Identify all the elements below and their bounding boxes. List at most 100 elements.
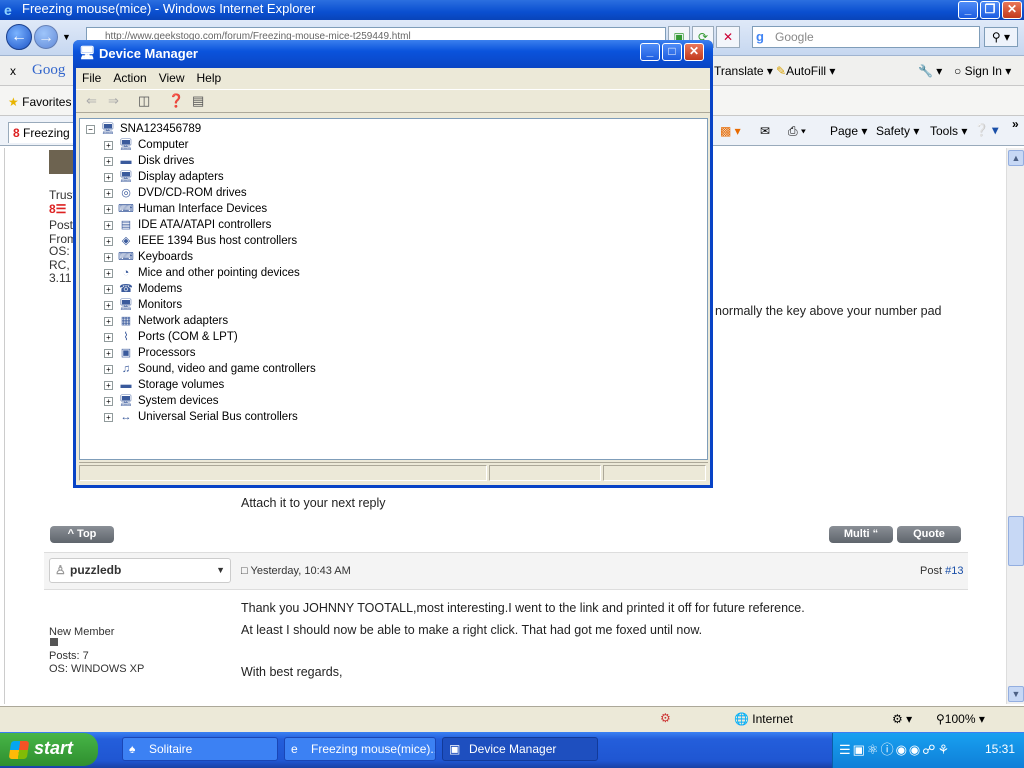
- tree-item[interactable]: Ports (COM & LPT): [138, 329, 238, 345]
- expand-icon[interactable]: +: [104, 349, 113, 358]
- page-scrollbar[interactable]: ▲ ▼: [1006, 148, 1024, 704]
- minimize-button[interactable]: _: [958, 1, 978, 19]
- menu-action[interactable]: Action: [107, 68, 152, 88]
- tools-menu[interactable]: Tools ▾: [930, 123, 967, 139]
- menu-view[interactable]: View: [153, 68, 191, 88]
- dm-back-icon[interactable]: ⇐: [86, 90, 97, 112]
- dm-forward-icon[interactable]: ⇒: [108, 90, 119, 112]
- dm-close-button[interactable]: ✕: [684, 43, 704, 61]
- print-icon[interactable]: ⎙ ▾: [788, 123, 806, 139]
- favorites-button[interactable]: ★ Favorites: [8, 94, 71, 110]
- scroll-down-icon[interactable]: ▼: [1008, 686, 1024, 702]
- restore-button[interactable]: ❐: [980, 1, 1000, 19]
- clock[interactable]: 15:31: [985, 733, 1015, 766]
- more-commands-icon[interactable]: »: [1012, 116, 1019, 132]
- tree-item[interactable]: IEEE 1394 Bus host controllers: [138, 233, 297, 249]
- expand-icon[interactable]: +: [104, 301, 113, 310]
- user-ver: 3.11: [49, 271, 72, 285]
- recent-pages-dropdown-icon[interactable]: ▼: [62, 32, 71, 42]
- dm-maximize-button[interactable]: □: [662, 43, 682, 61]
- search-input[interactable]: g Google: [752, 26, 980, 48]
- tray-icons[interactable]: ☰▣⚛ⓘ◉◉☍⚘: [839, 733, 951, 766]
- page-menu[interactable]: Page ▾: [830, 123, 867, 139]
- expand-icon[interactable]: +: [104, 189, 113, 198]
- wrench-icon[interactable]: 🔧 ▾: [918, 63, 942, 79]
- system-tray: ☰▣⚛ⓘ◉◉☍⚘ 15:31: [832, 733, 1024, 768]
- menu-file[interactable]: File: [76, 68, 107, 88]
- expand-icon[interactable]: +: [104, 173, 113, 182]
- tree-item[interactable]: Monitors: [138, 297, 182, 313]
- translate-button[interactable]: Translate ▾: [714, 63, 773, 79]
- multi-quote-button[interactable]: Multi “: [829, 526, 893, 543]
- expand-icon[interactable]: +: [104, 413, 113, 422]
- google-toolbar-close-icon[interactable]: x: [10, 63, 16, 79]
- tree-item[interactable]: Display adapters: [138, 169, 224, 185]
- device-manager-icon: 🖥: [79, 45, 96, 60]
- tree-item[interactable]: Storage volumes: [138, 377, 224, 393]
- display-adapter-icon: 🖥: [119, 171, 133, 183]
- dm-minimize-button[interactable]: _: [640, 43, 660, 61]
- post-line-1: Thank you JOHNNY TOOTALL,most interestin…: [241, 601, 805, 615]
- tree-item[interactable]: Network adapters: [138, 313, 228, 329]
- top-button[interactable]: ^ Top: [50, 526, 114, 543]
- tree-item[interactable]: IDE ATA/ATAPI controllers: [138, 217, 271, 233]
- stop-icon[interactable]: ✕: [716, 26, 740, 48]
- tree-item[interactable]: DVD/CD-ROM drives: [138, 185, 247, 201]
- expand-icon[interactable]: +: [104, 205, 113, 214]
- expand-icon[interactable]: +: [104, 221, 113, 230]
- tree-item[interactable]: Keyboards: [138, 249, 193, 265]
- autofill-button[interactable]: ✎AutoFill ▾: [776, 63, 835, 79]
- expand-icon[interactable]: +: [104, 237, 113, 246]
- forward-button[interactable]: →: [34, 25, 58, 49]
- ie-title-bar[interactable]: e Freezing mouse(mice) - Windows Interne…: [0, 0, 1024, 20]
- menu-help[interactable]: Help: [191, 68, 228, 88]
- show-hide-console-tree-icon[interactable]: ◫: [138, 90, 150, 112]
- mail-icon[interactable]: ✉: [760, 123, 770, 139]
- tree-item[interactable]: Processors: [138, 345, 196, 361]
- sign-in-button[interactable]: ○ Sign In ▾: [954, 63, 1011, 79]
- post-number[interactable]: Post #13: [920, 564, 963, 578]
- rss-feed-icon[interactable]: ▩ ▾: [720, 123, 741, 139]
- help-icon[interactable]: ❔ ▾: [974, 122, 998, 138]
- root-collapse-icon[interactable]: −: [86, 125, 95, 134]
- taskbar-button[interactable]: ▣ Device Manager: [442, 737, 598, 761]
- zoom-control[interactable]: ⚲100% ▾: [936, 712, 985, 726]
- search-button[interactable]: ⚲ ▾: [984, 27, 1018, 47]
- expand-icon[interactable]: +: [104, 365, 113, 374]
- taskbar-button[interactable]: e Freezing mouse(mice)...: [284, 737, 436, 761]
- tab-freezing[interactable]: 8 Freezing: [8, 122, 77, 143]
- expand-icon[interactable]: +: [104, 397, 113, 406]
- tree-root[interactable]: SNA123456789: [120, 121, 201, 137]
- expand-icon[interactable]: +: [104, 269, 113, 278]
- start-button[interactable]: start: [0, 733, 98, 766]
- device-manager-window[interactable]: 🖥 Device Manager _ □ ✕ File Action View Hel…: [73, 40, 713, 488]
- device-manager-title-bar[interactable]: 🖥 Device Manager _ □ ✕: [73, 40, 713, 68]
- tree-item[interactable]: Disk drives: [138, 153, 194, 169]
- quote-button[interactable]: Quote: [897, 526, 961, 543]
- taskbar-button[interactable]: ♠ Solitaire: [122, 737, 278, 761]
- properties-icon[interactable]: ▤: [192, 90, 204, 112]
- tree-item[interactable]: System devices: [138, 393, 219, 409]
- expand-icon[interactable]: +: [104, 285, 113, 294]
- expand-icon[interactable]: +: [104, 253, 113, 262]
- expand-icon[interactable]: +: [104, 157, 113, 166]
- security-settings-icon[interactable]: ⚙ ▾: [892, 712, 912, 726]
- scroll-thumb[interactable]: [1008, 516, 1024, 566]
- help-topics-icon[interactable]: ❓: [168, 90, 184, 112]
- scroll-up-icon[interactable]: ▲: [1008, 150, 1024, 166]
- tree-item[interactable]: Universal Serial Bus controllers: [138, 409, 298, 425]
- expand-icon[interactable]: +: [104, 381, 113, 390]
- tree-item[interactable]: Modems: [138, 281, 182, 297]
- expand-icon[interactable]: +: [104, 333, 113, 342]
- device-tree[interactable]: − 🖥 SNA123456789 + 🖥 Computer + ▬ Disk drives…: [79, 118, 708, 460]
- tree-item[interactable]: Human Interface Devices: [138, 201, 267, 217]
- close-button[interactable]: ✕: [1002, 1, 1022, 19]
- back-button[interactable]: ←: [6, 24, 32, 50]
- tree-item[interactable]: Sound, video and game controllers: [138, 361, 316, 377]
- username-dropdown[interactable]: ♙ puzzledb ▼: [49, 558, 231, 583]
- safety-menu[interactable]: Safety ▾: [876, 123, 919, 139]
- expand-icon[interactable]: +: [104, 141, 113, 150]
- tree-item[interactable]: Mice and other pointing devices: [138, 265, 300, 281]
- expand-icon[interactable]: +: [104, 317, 113, 326]
- tree-item[interactable]: Computer: [138, 137, 189, 153]
